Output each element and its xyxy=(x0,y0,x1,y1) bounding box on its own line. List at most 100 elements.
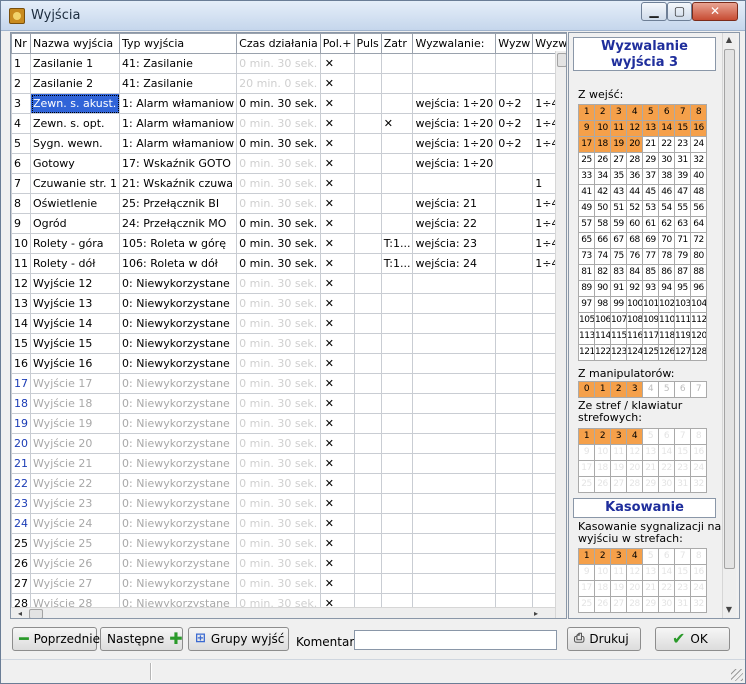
cell-time[interactable]: 0 min. 30 sek. xyxy=(236,133,321,154)
zone-cell[interactable]: 14 xyxy=(659,565,675,581)
table-row[interactable]: 21 Wyjście 21 0: Niewykorzystane 0 min. 30 … xyxy=(11,453,566,474)
input-cell[interactable]: 14 xyxy=(659,121,675,137)
cell-pulse[interactable] xyxy=(353,253,382,274)
input-cell[interactable]: 30 xyxy=(659,153,675,169)
input-cell[interactable]: 83 xyxy=(611,265,627,281)
zone-cell[interactable]: 31 xyxy=(675,477,691,493)
zone-cell[interactable]: 20 xyxy=(627,461,643,477)
column-header[interactable]: Nazwa wyjścia xyxy=(29,33,121,54)
cell-trigger-a[interactable] xyxy=(495,153,534,174)
input-cell[interactable]: 21 xyxy=(643,137,659,153)
cell-pulse[interactable] xyxy=(353,473,382,494)
column-header[interactable]: Nr xyxy=(11,33,31,54)
cell-pulse[interactable] xyxy=(353,73,382,94)
cell-latch[interactable]: T:1... xyxy=(380,233,414,254)
cell-time[interactable]: 0 min. 30 sek. xyxy=(236,253,321,274)
cell-nr[interactable]: 21 xyxy=(11,453,31,474)
manipulator-cell[interactable]: 6 xyxy=(675,382,691,398)
input-cell[interactable]: 53 xyxy=(643,201,659,217)
input-cell[interactable]: 105 xyxy=(579,313,595,329)
cell-nr[interactable]: 3 xyxy=(11,93,31,114)
cell-trigger[interactable] xyxy=(412,273,497,294)
input-cell[interactable]: 100 xyxy=(627,297,643,313)
cell-type[interactable]: 0: Niewykorzystane xyxy=(119,433,238,454)
table-row[interactable]: 19 Wyjście 19 0: Niewykorzystane 0 min. 30 … xyxy=(11,413,566,434)
cell-trigger-a[interactable] xyxy=(495,433,534,454)
zone-cell[interactable]: 16 xyxy=(691,565,707,581)
zone-cell[interactable]: 17 xyxy=(579,581,595,597)
cell-nr[interactable]: 5 xyxy=(11,133,31,154)
cell-latch[interactable] xyxy=(380,393,414,414)
zone-cell[interactable]: 8 xyxy=(691,429,707,445)
zone-cell[interactable]: 23 xyxy=(675,461,691,477)
input-cell[interactable]: 10 xyxy=(595,121,611,137)
input-cell[interactable]: 37 xyxy=(643,169,659,185)
cell-polarity[interactable]: ✕ xyxy=(319,353,355,374)
cell-name[interactable]: Rolety - dół xyxy=(29,253,121,274)
cell-nr[interactable]: 2 xyxy=(11,73,31,94)
cell-type[interactable]: 0: Niewykorzystane xyxy=(119,393,238,414)
input-cell[interactable]: 97 xyxy=(579,297,595,313)
reset-zones-grid[interactable]: 1 2 3 4 5 6 7 8 9 10 11 12 13 14 15 16 17 18 19 20 21 22 23 24 2… xyxy=(578,548,707,613)
input-cell[interactable]: 3 xyxy=(611,105,627,121)
cell-trigger-a[interactable] xyxy=(495,353,534,374)
input-cell[interactable]: 24 xyxy=(691,137,707,153)
zone-cell[interactable]: 27 xyxy=(611,477,627,493)
input-cell[interactable]: 69 xyxy=(643,233,659,249)
cell-name[interactable]: Sygn. wewn. xyxy=(29,133,121,154)
cell-type[interactable]: 1: Alarm włamaniow xyxy=(119,133,238,154)
cell-trigger-a[interactable] xyxy=(495,293,534,314)
cell-time[interactable]: 0 min. 30 sek. xyxy=(236,553,321,574)
cell-polarity[interactable]: ✕ xyxy=(319,153,355,174)
cell-polarity[interactable]: ✕ xyxy=(319,573,355,594)
cell-type[interactable]: 0: Niewykorzystane xyxy=(119,473,238,494)
cell-trigger[interactable] xyxy=(412,333,497,354)
cell-polarity[interactable]: ✕ xyxy=(319,93,355,114)
zone-cell[interactable]: 11 xyxy=(611,445,627,461)
zone-cell[interactable]: 8 xyxy=(691,549,707,565)
input-cell[interactable]: 47 xyxy=(675,185,691,201)
cell-type[interactable]: 0: Niewykorzystane xyxy=(119,413,238,434)
cell-pulse[interactable] xyxy=(353,513,382,534)
cell-trigger-a[interactable] xyxy=(495,493,534,514)
input-cell[interactable]: 67 xyxy=(611,233,627,249)
input-cell[interactable]: 78 xyxy=(659,249,675,265)
zone-cell[interactable]: 22 xyxy=(659,461,675,477)
input-cell[interactable]: 81 xyxy=(579,265,595,281)
manipulator-cell[interactable]: 4 xyxy=(643,382,659,398)
cell-trigger-a[interactable]: 0÷2 xyxy=(495,113,534,134)
cell-name[interactable]: Wyjście 26 xyxy=(29,553,121,574)
cell-name[interactable]: Wyjście 19 xyxy=(29,413,121,434)
input-cell[interactable]: 2 xyxy=(595,105,611,121)
outputs-grid[interactable]: Nr Nazwa wyjścia Typ wyjścia Czas działania… xyxy=(10,32,567,619)
cell-type[interactable]: 0: Niewykorzystane xyxy=(119,553,238,574)
cell-pulse[interactable] xyxy=(353,173,382,194)
input-cell[interactable]: 25 xyxy=(579,153,595,169)
cell-trigger-a[interactable]: 0÷2 xyxy=(495,93,534,114)
cell-time[interactable]: 0 min. 30 sek. xyxy=(236,293,321,314)
cell-latch[interactable] xyxy=(380,453,414,474)
input-cell[interactable]: 49 xyxy=(579,201,595,217)
input-cell[interactable]: 39 xyxy=(675,169,691,185)
cell-type[interactable]: 0: Niewykorzystane xyxy=(119,273,238,294)
cell-trigger[interactable]: wejścia: 1÷20 xyxy=(412,113,497,134)
cell-pulse[interactable] xyxy=(353,573,382,594)
cell-latch[interactable] xyxy=(380,513,414,534)
column-header[interactable]: Typ wyjścia xyxy=(119,33,238,54)
hscroll-thumb[interactable] xyxy=(29,609,43,618)
input-cell[interactable]: 62 xyxy=(659,217,675,233)
zone-cell[interactable]: 17 xyxy=(579,461,595,477)
input-cell[interactable]: 32 xyxy=(691,153,707,169)
zone-cell[interactable]: 3 xyxy=(611,549,627,565)
zone-cell[interactable]: 15 xyxy=(675,565,691,581)
input-cell[interactable]: 19 xyxy=(611,137,627,153)
cell-polarity[interactable]: ✕ xyxy=(319,453,355,474)
cell-trigger[interactable]: wejścia: 24 xyxy=(412,253,497,274)
cell-trigger[interactable] xyxy=(412,393,497,414)
input-cell[interactable]: 66 xyxy=(595,233,611,249)
cell-latch[interactable] xyxy=(380,53,414,74)
cell-latch[interactable] xyxy=(380,493,414,514)
cell-latch[interactable] xyxy=(380,293,414,314)
zone-cell[interactable]: 7 xyxy=(675,549,691,565)
zone-cell[interactable]: 2 xyxy=(595,429,611,445)
